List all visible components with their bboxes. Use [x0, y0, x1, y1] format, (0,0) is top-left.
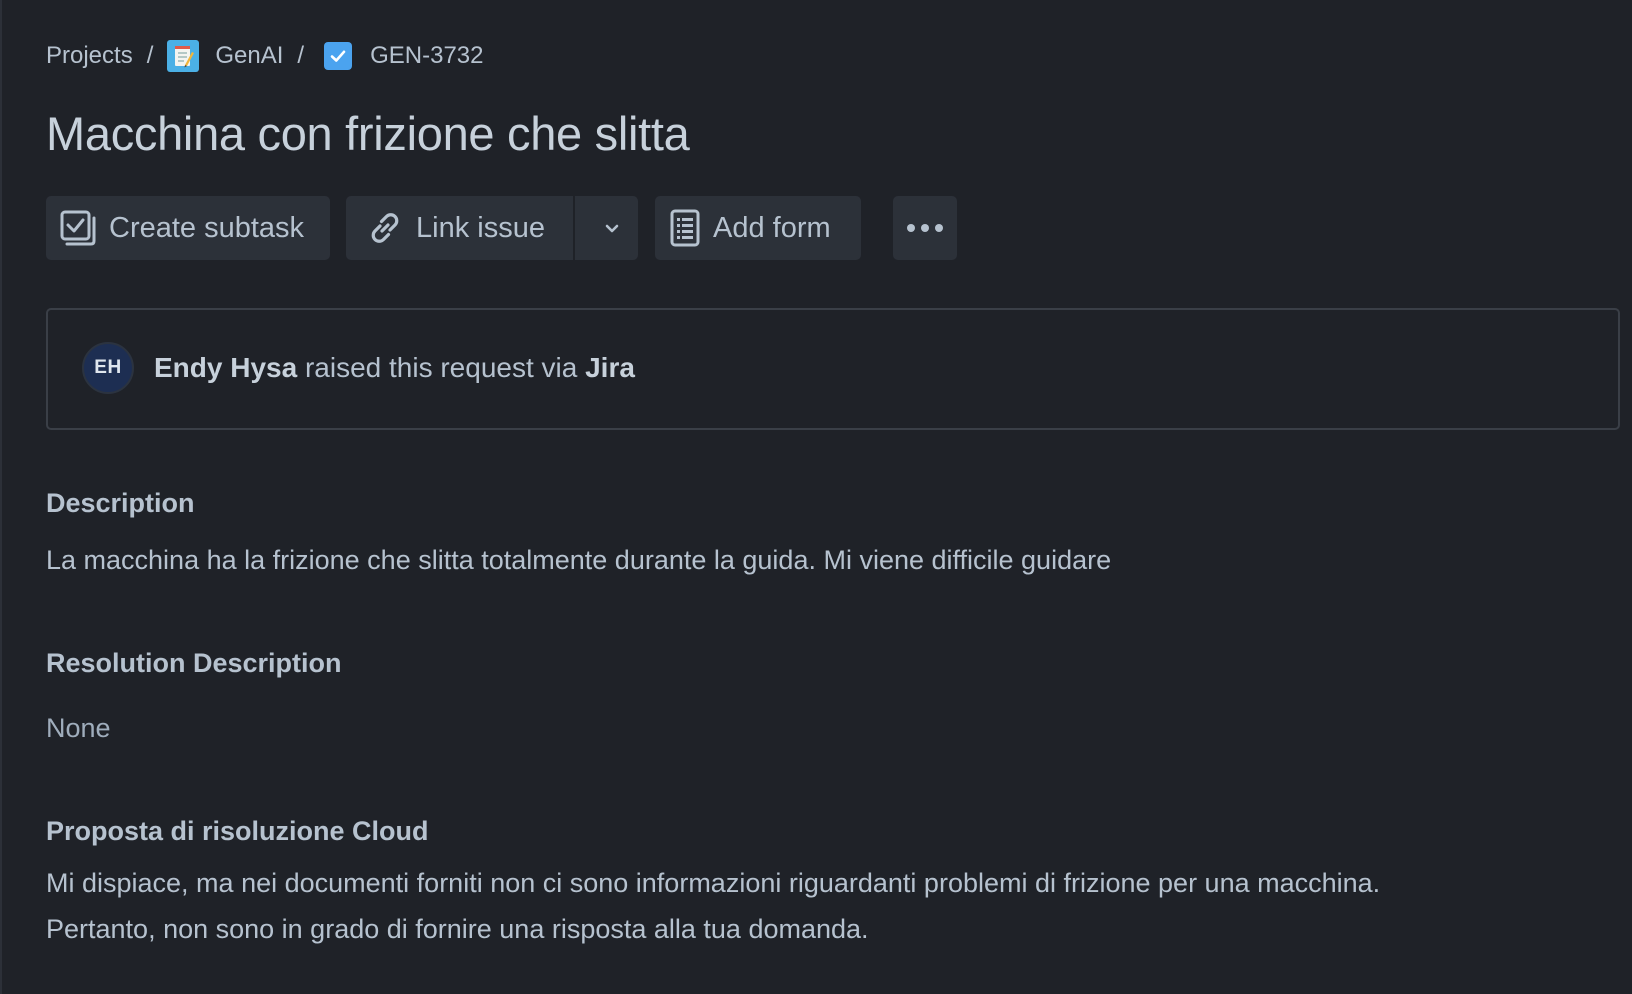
- task-checkbox-icon[interactable]: [324, 42, 353, 70]
- add-form-label: Add form: [713, 211, 831, 244]
- breadcrumb-projects[interactable]: Projects: [46, 42, 133, 70]
- breadcrumb-project[interactable]: GenAI: [215, 42, 283, 70]
- proposal-heading: Proposta di risoluzione Cloud: [46, 816, 429, 846]
- notepad-icon: [167, 40, 200, 72]
- proposal-line-2[interactable]: Pertanto, non sono in grado di fornire u…: [46, 906, 869, 952]
- issue-title[interactable]: Macchina con frizione che slitta: [46, 106, 690, 161]
- link-icon: [371, 213, 399, 243]
- breadcrumb-separator: /: [297, 42, 305, 69]
- split-divider: [573, 196, 575, 260]
- chevron-down-icon: [605, 224, 619, 233]
- form-icon: [670, 209, 700, 247]
- create-subtask-label: Create subtask: [109, 211, 305, 244]
- link-issue-button[interactable]: Link issue: [346, 196, 638, 260]
- left-border: [0, 0, 2, 994]
- link-issue-dropdown[interactable]: [587, 196, 637, 260]
- issue-view: Projects / GenAI / GEN-3732 Macchina con…: [0, 0, 1632, 994]
- request-channel: Jira: [585, 352, 635, 383]
- request-info-panel: EH Endy Hysa raised this request via Jir…: [46, 308, 1620, 430]
- reporter-name[interactable]: Endy Hysa: [154, 352, 297, 383]
- create-subtask-button[interactable]: Create subtask: [46, 196, 330, 260]
- resolution-heading: Resolution Description: [46, 648, 342, 678]
- add-form-button[interactable]: Add form: [655, 196, 861, 260]
- breadcrumb: Projects / GenAI / GEN-3732: [46, 36, 483, 76]
- link-issue-label: Link issue: [416, 211, 545, 244]
- breadcrumb-issue-key[interactable]: GEN-3732: [370, 42, 483, 70]
- proposal-line-1[interactable]: Mi dispiace, ma nei documenti forniti no…: [46, 860, 1380, 906]
- breadcrumb-separator: /: [146, 42, 154, 69]
- description-text[interactable]: La macchina ha la frizione che slitta to…: [46, 537, 1111, 583]
- avatar[interactable]: EH: [82, 342, 134, 394]
- request-summary: Endy Hysa raised this request via Jira: [154, 352, 635, 384]
- more-icon: [907, 224, 943, 232]
- subtask-icon: [60, 210, 96, 246]
- description-heading: Description: [46, 488, 195, 518]
- resolution-text[interactable]: None: [46, 705, 111, 751]
- more-actions-button[interactable]: [893, 196, 957, 260]
- request-middle-text: raised this request via: [297, 352, 586, 383]
